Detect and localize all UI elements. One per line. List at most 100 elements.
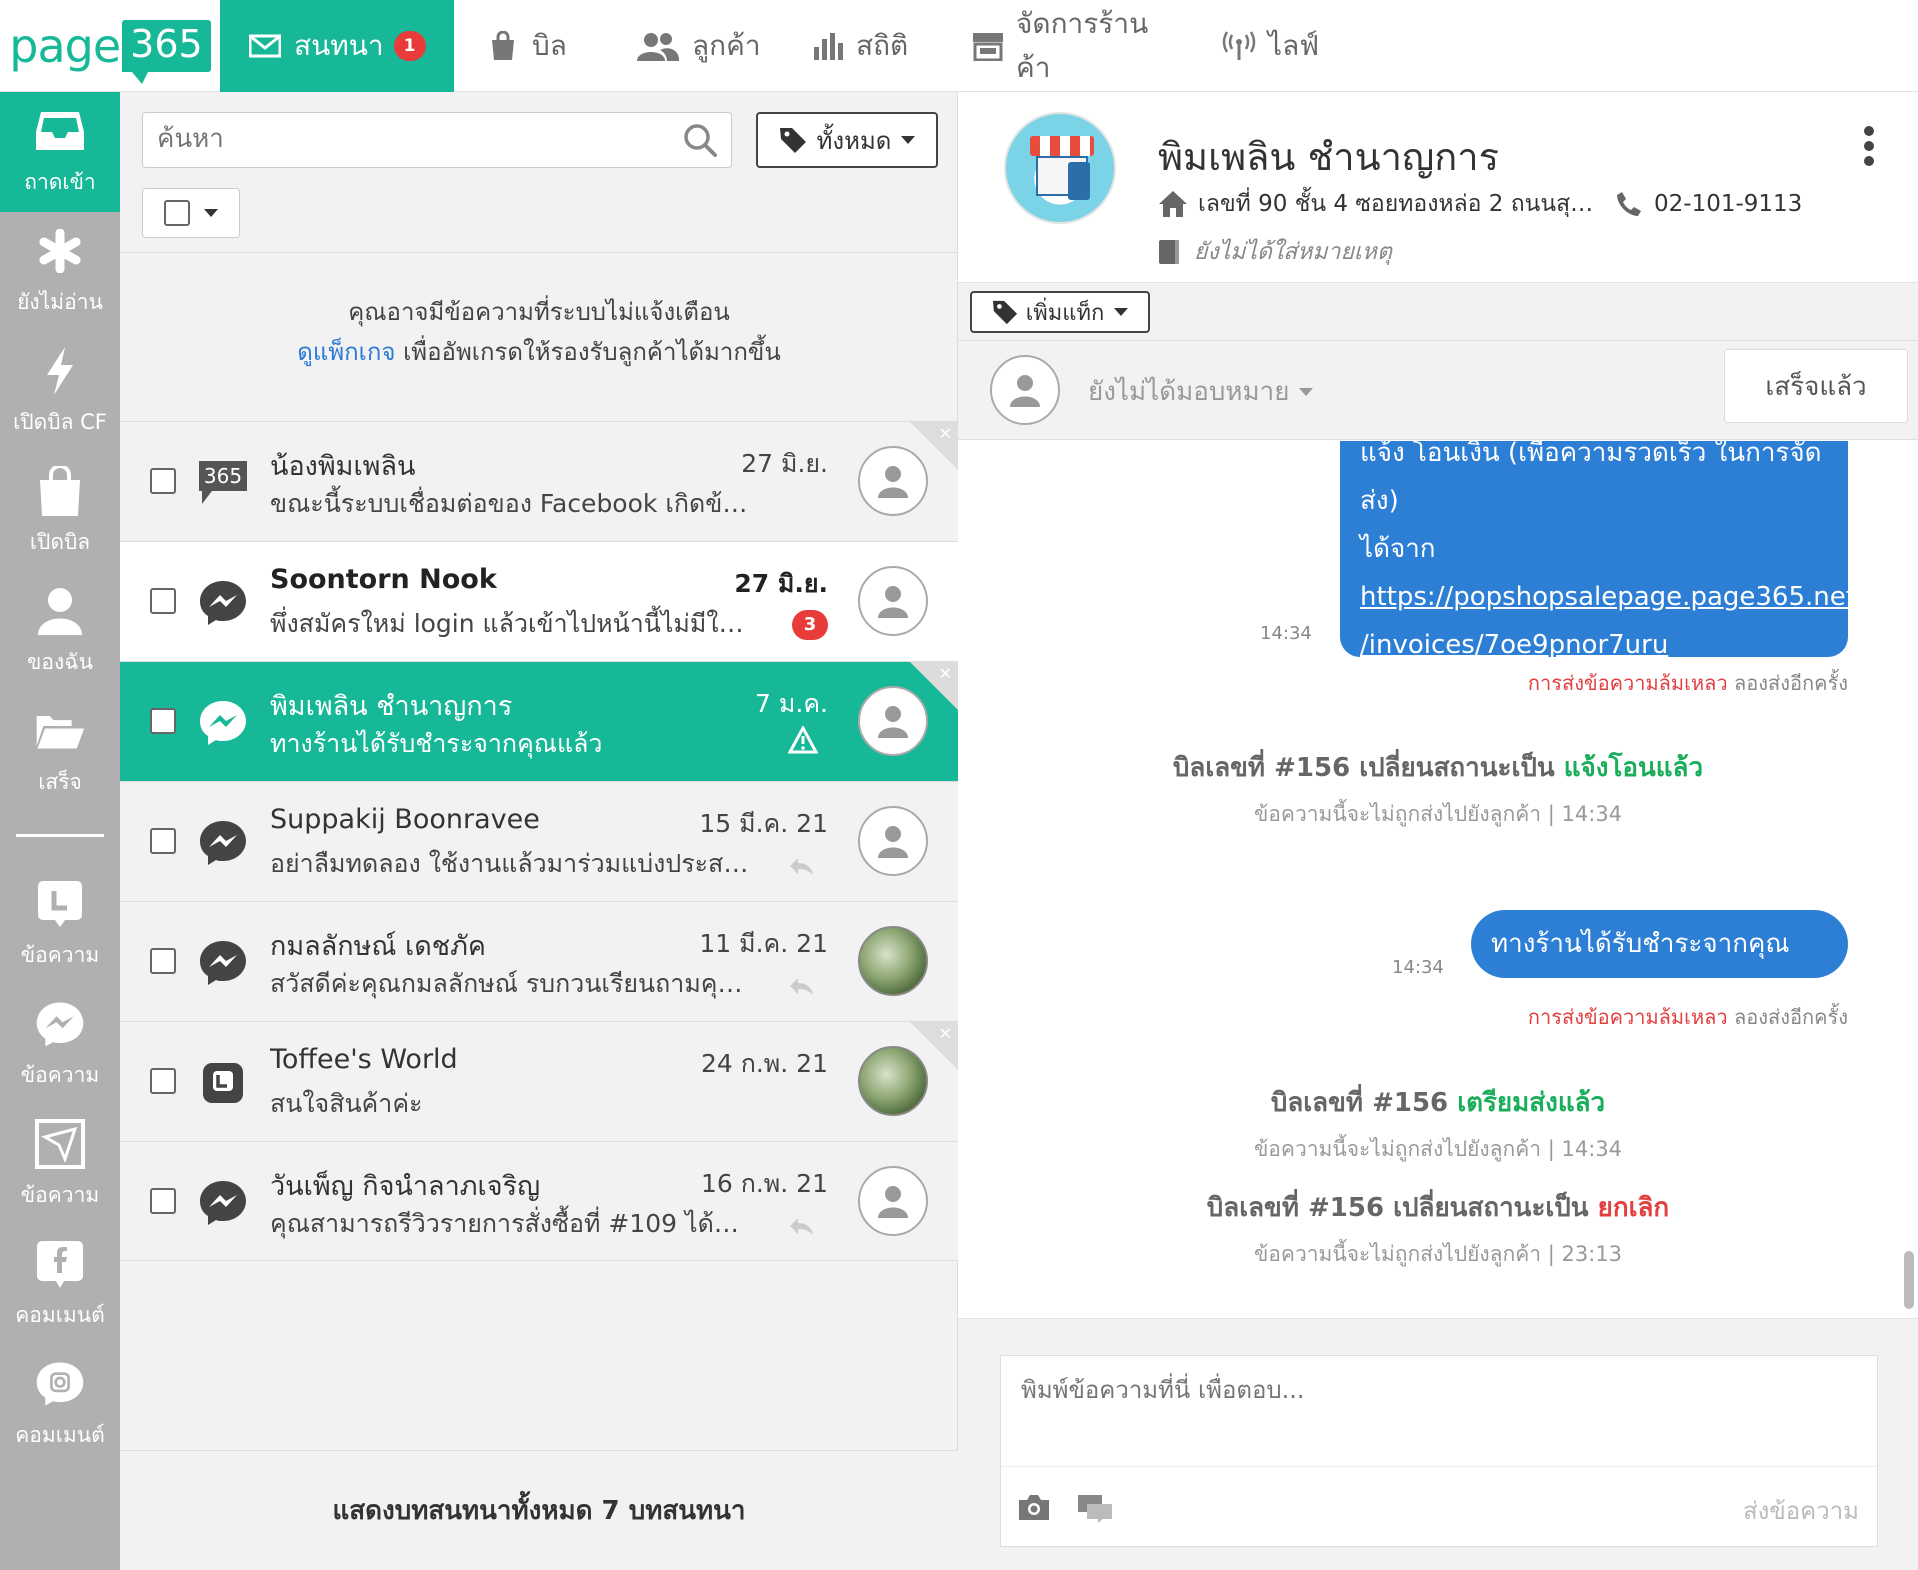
system-status-line: บิลเลขที่ #156 เตรียมส่งแล้ว: [958, 1082, 1918, 1123]
status-value: แจ้งโอนแล้ว: [1563, 753, 1704, 783]
row-checkbox[interactable]: [150, 468, 176, 494]
customer-phone-row: 02-101-9113: [1616, 191, 1802, 217]
messenger-icon: [35, 999, 85, 1049]
close-icon[interactable]: ✕: [939, 1024, 952, 1043]
tag-icon: [992, 299, 1018, 325]
conversation-row[interactable]: กมลลักษณ์ เดชภัค 11 มี.ค. 21 สวัสดีค่ะคุ…: [120, 901, 958, 1021]
nav-store-management[interactable]: จัดการร้านค้า: [940, 0, 1190, 92]
nav-customers-label: ลูกค้า: [692, 29, 761, 62]
nav-live[interactable]: ไลฟ์: [1190, 0, 1340, 92]
sidebar-item-mine[interactable]: ของฉัน: [0, 572, 120, 692]
row-checkbox[interactable]: [150, 948, 176, 974]
assign-dropdown[interactable]: ยังไม่ได้มอบหมาย: [1088, 371, 1314, 412]
sidebar-item-label: คอมเมนต์: [15, 1422, 105, 1447]
customer-header: พิมเพลิน ชำนาญการ เลขที่ 90 ชั้น 4 ซอยทอ…: [958, 92, 1918, 282]
row-checkbox[interactable]: [150, 588, 176, 614]
sidebar-item-facebook-comments[interactable]: คอมเมนต์: [0, 1225, 120, 1345]
chat-panel: พิมเพลิน ชำนาญการ เลขที่ 90 ชั้น 4 ซอยทอ…: [958, 92, 1918, 1570]
shopping-bag-icon: [486, 31, 520, 61]
system-status-sub: ข้อความนี้จะไม่ถูกส่งไปยังลูกค้า | 14:34: [1253, 1137, 1623, 1161]
scrollbar-thumb[interactable]: [1904, 1251, 1914, 1309]
assignee-avatar[interactable]: [990, 355, 1060, 425]
quick-reply-icon[interactable]: [1077, 1493, 1113, 1523]
nav-bills[interactable]: บิล: [454, 0, 604, 92]
nav-stats[interactable]: สถิติ: [780, 0, 940, 92]
conversation-date: 7 ม.ค.: [755, 689, 828, 718]
conversation-date: 27 มิ.ย.: [741, 449, 828, 478]
row-checkbox[interactable]: [150, 708, 176, 734]
unread-badge: 3: [792, 610, 828, 640]
message-thread: แจ้ง โอนเงิน (เพื่อความรวดเร็ว ในการจัด …: [958, 441, 1918, 1318]
folder-open-icon: [35, 706, 85, 756]
invoice-link-path[interactable]: /invoices/7oe9pnor7uru: [1360, 621, 1828, 669]
add-tag-button[interactable]: เพิ่มแท็ก: [970, 291, 1150, 333]
mark-done-button[interactable]: เสร็จแล้ว: [1724, 349, 1908, 423]
chevron-down-icon: [204, 209, 218, 217]
sidebar-item-line-messages[interactable]: ข้อความ: [0, 865, 120, 985]
view-package-link[interactable]: ดูแพ็กเกจ: [297, 338, 395, 366]
message-text: แจ้ง โอนเงิน (เพื่อความรวดเร็ว ในการจัด: [1360, 441, 1822, 468]
conversation-row[interactable]: Soontorn Nook 27 มิ.ย. พึ่งสมัครใหม่ log…: [120, 541, 958, 661]
invoice-link[interactable]: https://popshopsalepage.page365.net: [1360, 573, 1856, 621]
retry-link[interactable]: ลองส่งอีกครั้ง: [1734, 1005, 1848, 1029]
camera-icon[interactable]: [1017, 1493, 1053, 1523]
row-checkbox[interactable]: [150, 828, 176, 854]
messenger-icon: [198, 818, 248, 868]
customer-avatar[interactable]: [1004, 112, 1116, 224]
reply-icon: [788, 1216, 814, 1236]
sidebar-item-direct-messages[interactable]: ข้อความ: [0, 1105, 120, 1225]
conversation-row[interactable]: 365 น้องพิมเพลิน 27 มิ.ย. ขณะนี้ระบบเชื่…: [120, 421, 958, 541]
nav-store-management-label: จัดการร้านค้า: [1016, 7, 1149, 84]
status-prefix: บิลเลขที่ #156 เปลี่ยนสถานะเป็น: [1206, 1193, 1589, 1223]
row-checkbox[interactable]: [150, 1068, 176, 1094]
conversation-row[interactable]: Suppakij Boonravee 15 มี.ค. 21 อย่าลืมทด…: [120, 781, 958, 901]
avatar: [858, 566, 928, 636]
conversation-name: น้องพิมเพลิน: [270, 451, 416, 482]
composer-box: ส่งข้อความ: [1000, 1355, 1878, 1547]
tag-bar: เพิ่มแท็ก: [958, 282, 1918, 340]
close-icon[interactable]: ✕: [939, 664, 952, 683]
bulk-select-checkbox[interactable]: [164, 200, 190, 226]
tag-filter-dropdown[interactable]: ทั้งหมด: [756, 112, 938, 168]
sidebar-item-label: เปิดบิล: [29, 529, 91, 554]
conversation-preview: ขณะนี้ระบบเชื่อมต่อของ Facebook เกิดข้อผ…: [270, 489, 750, 518]
nav-customers[interactable]: ลูกค้า: [604, 0, 780, 92]
nav-chat[interactable]: สนทนา 1: [220, 0, 454, 92]
line-icon: [35, 879, 85, 929]
page365-icon: 365: [198, 458, 248, 508]
broadcast-icon: [1222, 31, 1256, 61]
bulk-select-dropdown[interactable]: [142, 188, 240, 238]
sidebar-item-unread[interactable]: ยังไม่อ่าน: [0, 212, 120, 332]
conversation-preview: อย่าลืมทดลอง ใช้งานแล้วมาร่วมแบ่งประสบกา…: [270, 849, 750, 878]
chevron-down-icon: [1114, 308, 1129, 316]
phone-icon: [1616, 191, 1642, 217]
more-options-icon[interactable]: [1864, 126, 1876, 166]
sidebar-item-open-bill-cf[interactable]: เปิดบิล CF: [0, 332, 120, 452]
sidebar-item-done[interactable]: เสร็จ: [0, 692, 120, 812]
sidebar-item-instagram-comments[interactable]: คอมเมนต์: [0, 1345, 120, 1465]
row-checkbox[interactable]: [150, 1188, 176, 1214]
sidebar-item-inbox[interactable]: ถาดเข้า: [0, 92, 120, 212]
reply-textarea[interactable]: [1001, 1356, 1877, 1466]
search-input[interactable]: [143, 113, 663, 165]
sidebar-item-messenger-messages[interactable]: ข้อความ: [0, 985, 120, 1105]
warning-icon: [787, 724, 819, 754]
conversation-row-selected[interactable]: พิมเพลิน ชำนาญการ 7 ม.ค. ทางร้านได้รับชำ…: [120, 661, 958, 781]
message-time: 14:34: [1260, 623, 1312, 644]
sidebar-item-open-bill[interactable]: เปิดบิล: [0, 452, 120, 572]
sidebar-item-label: ข้อความ: [20, 1182, 100, 1207]
retry-link[interactable]: ลองส่งอีกครั้ง: [1734, 671, 1848, 695]
conversation-count-footer: แสดงบทสนทนาทั้งหมด 7 บทสนทนา: [120, 1450, 958, 1570]
customer-note-row[interactable]: ยังไม่ได้ใส่หมายเหตุ: [1158, 234, 1392, 270]
search-icon[interactable]: [683, 123, 717, 157]
send-button[interactable]: ส่งข้อความ: [1743, 1491, 1859, 1530]
sidebar-item-label: เสร็จ: [38, 769, 82, 794]
conversation-name: Soontorn Nook: [270, 564, 497, 595]
notice-line-2-text: เพื่ออัพเกรดให้รองรับลูกค้าได้มากขึ้น: [395, 338, 781, 366]
conversation-row[interactable]: วันเพ็ญ กิจนำลาภเจริญ 16 ก.พ. 21 คุณสามา…: [120, 1141, 958, 1261]
page365-logo[interactable]: page 365: [0, 0, 220, 92]
message-time: 14:34: [1392, 957, 1444, 978]
conversation-row[interactable]: Toffee's World 24 ก.พ. 21 สนใจสินค้าค่ะ …: [120, 1021, 958, 1141]
close-icon[interactable]: ✕: [939, 424, 952, 443]
left-sidebar: ถาดเข้า ยังไม่อ่าน เปิดบิล CF เปิดบิล ขอ…: [0, 92, 120, 1570]
